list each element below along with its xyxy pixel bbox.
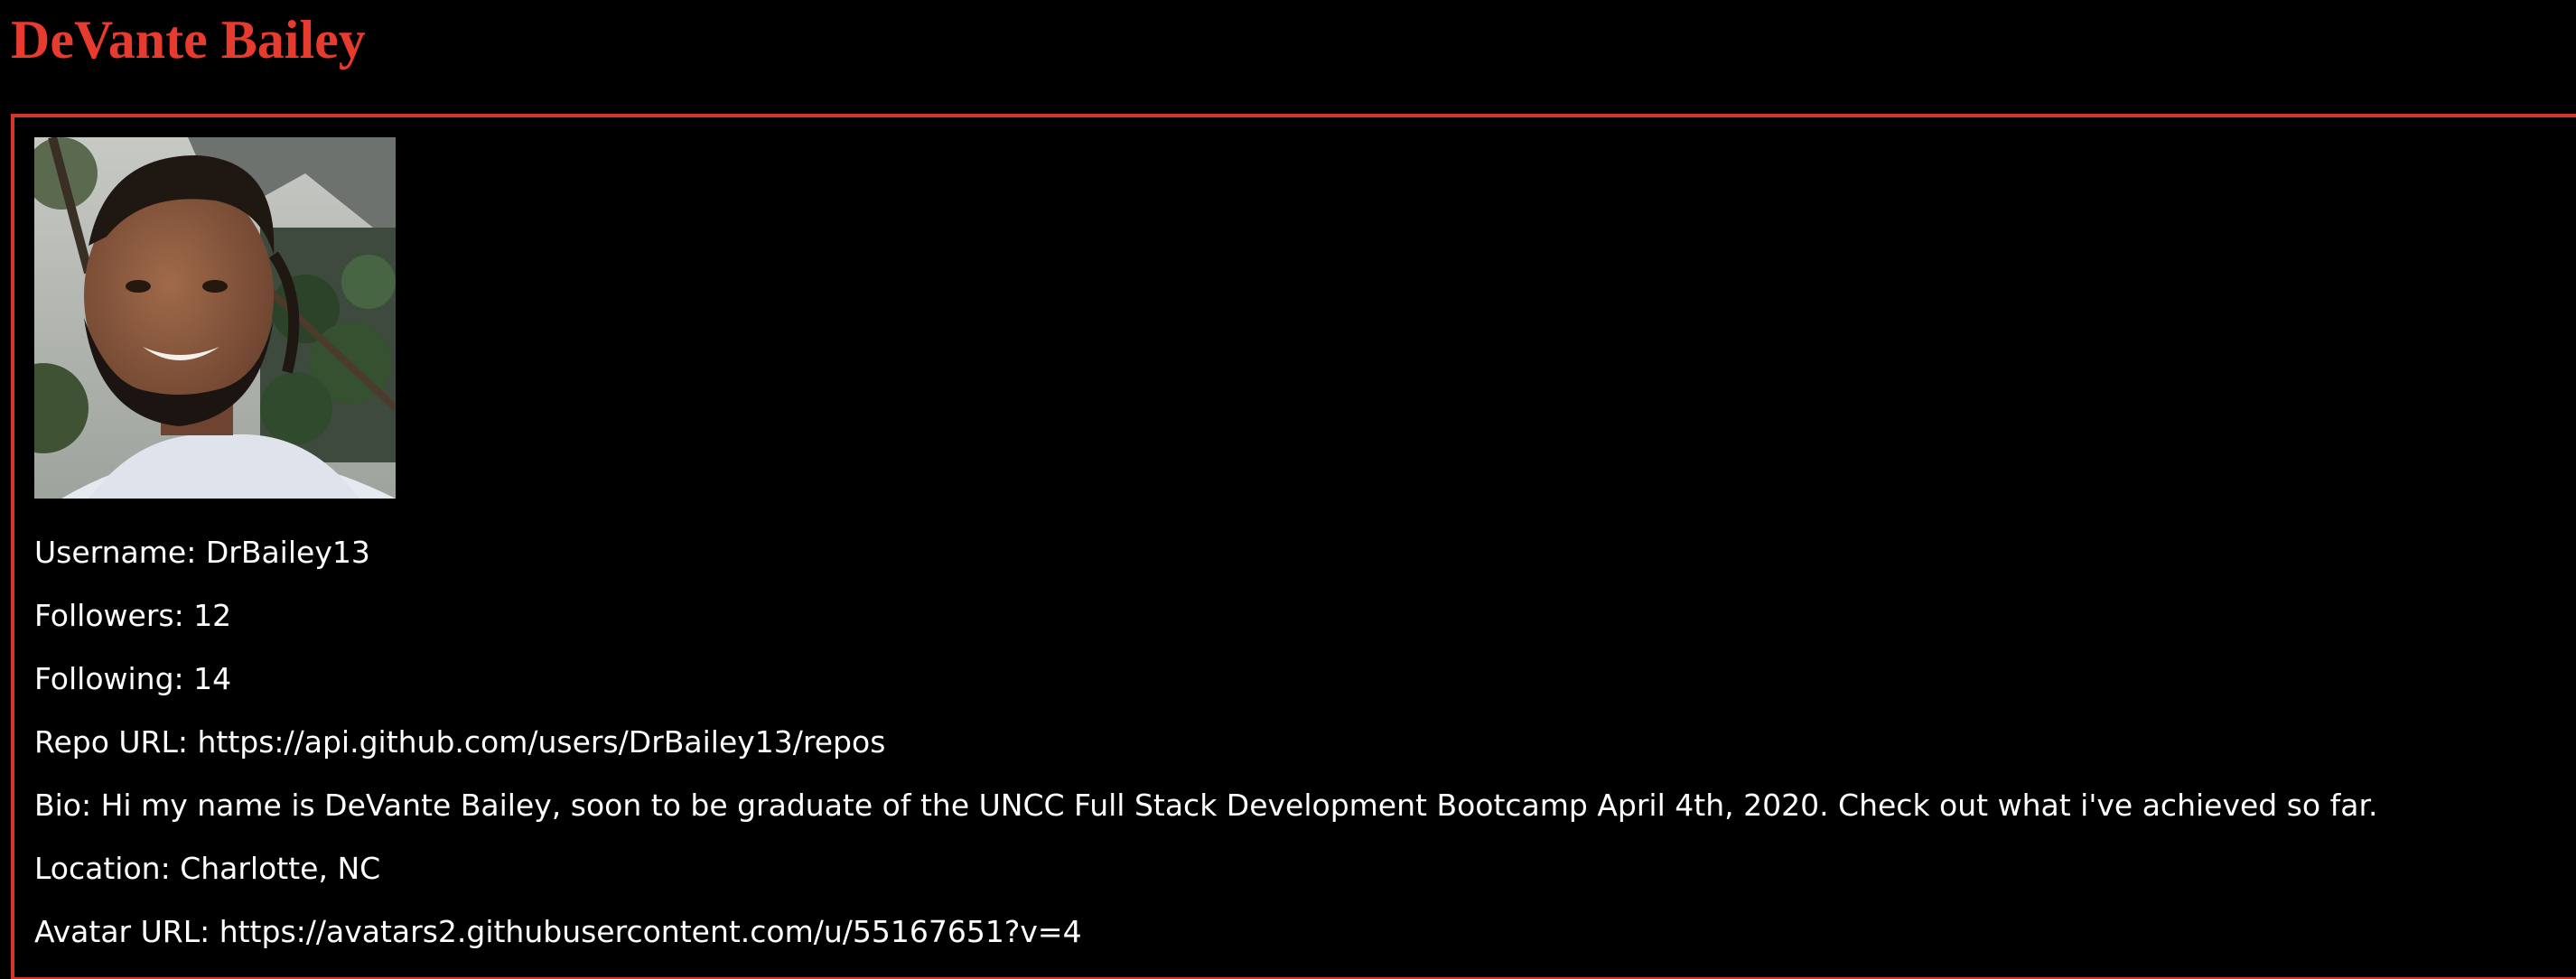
location-value: Charlotte, NC — [180, 851, 381, 886]
page-title: DeVante Bailey — [11, 10, 366, 70]
following-label: Following — [34, 661, 174, 696]
followers-value: 12 — [193, 598, 232, 633]
profile-card: Username: DrBailey13 Followers: 12 Follo… — [11, 114, 2576, 979]
avatar-url-value: https://avatars2.githubusercontent.com/u… — [219, 914, 1082, 949]
repo-url-value: https://api.github.com/users/DrBailey13/… — [197, 724, 886, 760]
bio-value: Hi my name is DeVante Bailey, soon to be… — [100, 788, 2378, 823]
avatar-url-line: Avatar URL: https://avatars2.githubuserc… — [34, 914, 1082, 949]
location-line: Location: Charlotte, NC — [34, 851, 381, 886]
avatar — [34, 137, 396, 499]
followers-label: Followers — [34, 598, 174, 633]
repo-url-label: Repo URL — [34, 724, 178, 760]
repo-url-line: Repo URL: https://api.github.com/users/D… — [34, 724, 886, 760]
bio-line: Bio: Hi my name is DeVante Bailey, soon … — [34, 788, 2378, 823]
username-value: DrBailey13 — [205, 535, 370, 570]
bio-label: Bio — [34, 788, 81, 823]
location-label: Location — [34, 851, 161, 886]
followers-line: Followers: 12 — [34, 598, 232, 633]
avatar-photo — [34, 137, 396, 499]
avatar-url-label: Avatar URL — [34, 914, 201, 949]
username-line: Username: DrBailey13 — [34, 535, 370, 570]
username-label: Username — [34, 535, 187, 570]
following-value: 14 — [193, 661, 232, 696]
following-line: Following: 14 — [34, 661, 232, 696]
